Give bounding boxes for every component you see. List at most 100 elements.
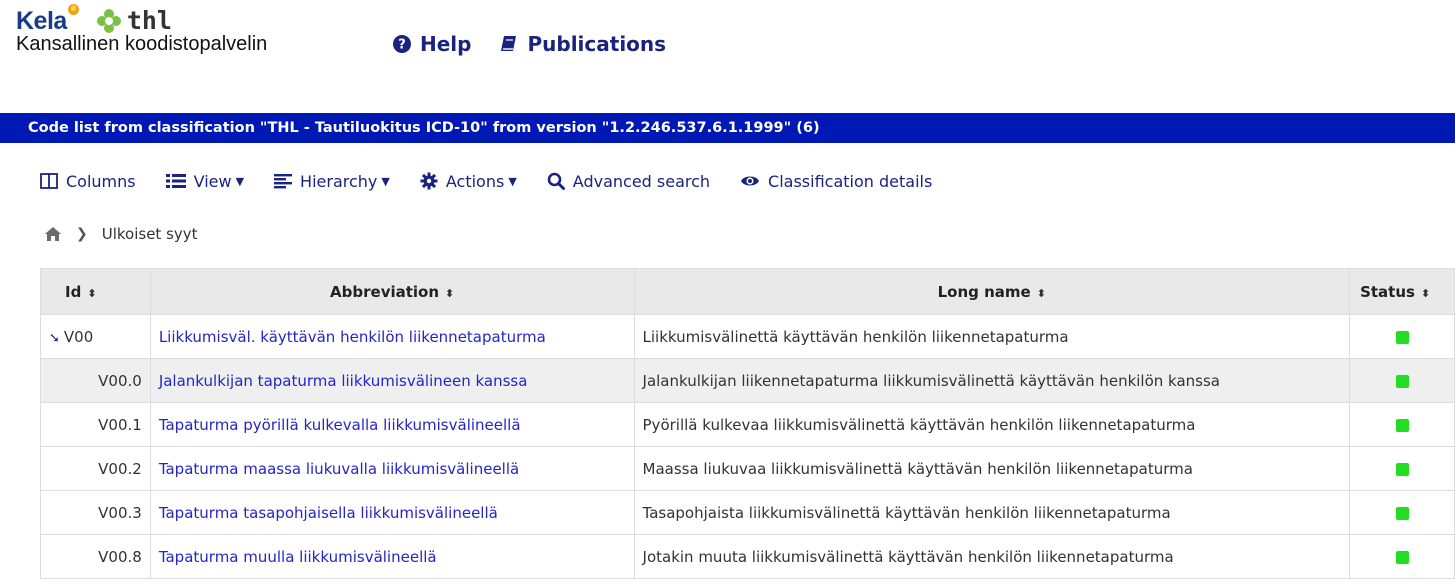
row-long-name: Tasapohjaista liikkumisvälinettä käyttäv… bbox=[633, 490, 1351, 535]
sort-icon: ⬍ bbox=[87, 286, 97, 300]
caret-down-icon: ▼ bbox=[235, 174, 245, 188]
row-abbreviation-cell: Liikkumisväl. käyttävän henkilön liikenn… bbox=[149, 314, 635, 359]
row-id: V00.3 bbox=[40, 490, 151, 535]
caret-down-icon: ▼ bbox=[381, 174, 390, 188]
breadcrumb-current: Ulkoiset syyt bbox=[101, 225, 198, 243]
status-column-header[interactable]: Status ⬍ bbox=[1349, 268, 1455, 315]
hierarchy-dropdown[interactable]: Hierarchy ▼ bbox=[274, 172, 390, 191]
status-active-indicator bbox=[1395, 418, 1409, 432]
sort-icon: ⬍ bbox=[1036, 286, 1046, 300]
row-abbreviation-link[interactable]: Tapaturma pyörillä kulkevalla liikkumisv… bbox=[159, 416, 521, 434]
top-nav: ? Help Publications bbox=[392, 32, 694, 56]
columns-button[interactable]: Columns bbox=[40, 172, 136, 191]
view-dropdown-label: View bbox=[193, 171, 232, 191]
id-column-header[interactable]: Id ⬍ bbox=[40, 268, 151, 315]
chevron-right-icon: ❯ bbox=[76, 226, 88, 242]
service-name: Kansallinen koodistopalvelin bbox=[16, 33, 268, 55]
row-abbreviation-cell: Tapaturma maassa liukuvalla liikkumisväl… bbox=[149, 446, 635, 491]
row-long-name: Jotakin muuta liikkumisvälinettä käyttäv… bbox=[633, 534, 1351, 579]
kela-logo-mark: ® bbox=[67, 4, 79, 15]
question-circle-icon: ? bbox=[393, 35, 411, 53]
thl-logo: thl bbox=[96, 6, 172, 35]
row-abbreviation-cell: Jalankulkijan tapaturma liikkumisvälinee… bbox=[149, 358, 635, 403]
status-active-indicator bbox=[1395, 506, 1409, 520]
abbreviation-column-header[interactable]: Abbreviation ⬍ bbox=[149, 268, 635, 315]
search-icon bbox=[547, 172, 565, 190]
eye-icon bbox=[741, 176, 760, 186]
row-id: V00.0 bbox=[40, 358, 151, 403]
table-row[interactable]: V00.3 Tapaturma tasapohjaisella liikkumi… bbox=[40, 490, 1455, 535]
codelist-table: Id ⬍ Abbreviation ⬍ Long name ⬍ Status ⬍ ➘ V0… bbox=[40, 268, 1455, 579]
abbreviation-header-label: Abbreviation bbox=[330, 282, 440, 301]
gear-icon bbox=[420, 172, 438, 190]
row-abbreviation-link[interactable]: Tapaturma muulla liikkumisvälineellä bbox=[159, 548, 437, 566]
table-row[interactable]: V00.0 Jalankulkijan tapaturma liikkumisv… bbox=[40, 358, 1455, 403]
svg-text:?: ? bbox=[398, 38, 406, 53]
table-row[interactable]: V00.1 Tapaturma pyörillä kulkevalla liik… bbox=[40, 402, 1455, 447]
row-id: V00.2 bbox=[40, 446, 151, 491]
align-left-icon bbox=[274, 174, 293, 189]
row-long-name: Liikkumisvälinettä käyttävän henkilön li… bbox=[633, 314, 1351, 359]
row-status-cell bbox=[1349, 314, 1455, 359]
home-icon[interactable] bbox=[44, 226, 62, 242]
row-id: V00.1 bbox=[40, 402, 151, 447]
row-status-cell bbox=[1349, 402, 1455, 447]
book-icon bbox=[501, 36, 517, 51]
codelist-title-bar: Code list from classification "THL - Tau… bbox=[0, 113, 1455, 143]
row-id-cell: ➘ V00 bbox=[40, 314, 151, 359]
view-dropdown[interactable]: View ▼ bbox=[165, 171, 245, 191]
help-link-label: Help bbox=[420, 32, 472, 56]
row-abbreviation-link[interactable]: Liikkumisväl. käyttävän henkilön liikenn… bbox=[159, 328, 546, 346]
table-row[interactable]: V00.8 Tapaturma muulla liikkumisvälineel… bbox=[40, 534, 1455, 579]
row-abbreviation-cell: Tapaturma tasapohjaisella liikkumisvälin… bbox=[149, 490, 635, 535]
long-name-column-header[interactable]: Long name ⬍ bbox=[633, 268, 1351, 315]
hierarchy-dropdown-label: Hierarchy bbox=[300, 171, 378, 191]
table-header-row: Id ⬍ Abbreviation ⬍ Long name ⬍ Status ⬍ bbox=[40, 268, 1455, 315]
publications-link[interactable]: Publications bbox=[499, 32, 666, 56]
kela-logo-text: Kela bbox=[16, 7, 67, 35]
classification-details-button[interactable]: Classification details bbox=[740, 172, 932, 191]
thl-flower-icon bbox=[96, 9, 121, 33]
status-active-indicator bbox=[1395, 550, 1409, 564]
row-abbreviation-link[interactable]: Tapaturma tasapohjaisella liikkumisvälin… bbox=[159, 504, 498, 522]
classification-details-label: Classification details bbox=[768, 171, 933, 191]
row-id: V00.8 bbox=[40, 534, 151, 579]
sort-icon: ⬍ bbox=[1420, 286, 1431, 300]
row-long-name: Maassa liukuvaa liikkumisvälinettä käytt… bbox=[633, 446, 1351, 491]
page-header: Kela ® thl Kansallinen koodistopalvelin ?… bbox=[0, 0, 1455, 100]
row-abbreviation-link[interactable]: Tapaturma maassa liukuvalla liikkumisväl… bbox=[159, 460, 519, 478]
long-name-header-label: Long name bbox=[937, 282, 1031, 301]
table-row[interactable]: V00.2 Tapaturma maassa liukuvalla liikku… bbox=[40, 446, 1455, 491]
row-status-cell bbox=[1349, 534, 1455, 579]
help-link[interactable]: ? Help bbox=[392, 32, 471, 56]
kela-logo: Kela ® bbox=[16, 4, 79, 35]
row-abbreviation-cell: Tapaturma pyörillä kulkevalla liikkumisv… bbox=[149, 402, 635, 447]
row-abbreviation-cell: Tapaturma muulla liikkumisvälineellä bbox=[149, 534, 635, 579]
actions-dropdown[interactable]: Actions ▼ bbox=[420, 172, 517, 191]
toolbar: Columns View ▼ Hierarchy ▼ Actions ▼ Adv… bbox=[40, 168, 962, 194]
columns-button-label: Columns bbox=[66, 171, 136, 191]
columns-icon bbox=[40, 173, 58, 189]
advanced-search-label: Advanced search bbox=[572, 171, 711, 191]
actions-dropdown-label: Actions bbox=[445, 171, 505, 191]
publications-link-label: Publications bbox=[527, 32, 667, 56]
advanced-search-button[interactable]: Advanced search bbox=[547, 172, 710, 191]
row-long-name: Jalankulkijan liikennetapaturma liikkumi… bbox=[633, 358, 1351, 403]
row-id: V00 bbox=[63, 327, 94, 346]
row-status-cell bbox=[1349, 490, 1455, 535]
row-status-cell bbox=[1349, 358, 1455, 403]
row-long-name: Pyörillä kulkevaa liikkumisvälinettä käy… bbox=[633, 402, 1351, 447]
collapse-arrow-icon[interactable]: ➘ bbox=[49, 331, 60, 346]
row-abbreviation-link[interactable]: Jalankulkijan tapaturma liikkumisvälinee… bbox=[159, 372, 528, 390]
status-active-indicator bbox=[1395, 374, 1409, 388]
status-header-label: Status bbox=[1360, 282, 1415, 301]
status-active-indicator bbox=[1395, 330, 1409, 344]
row-status-cell bbox=[1349, 446, 1455, 491]
breadcrumb: ❯ Ulkoiset syyt bbox=[44, 225, 198, 243]
table-row[interactable]: ➘ V00 Liikkumisväl. käyttävän henkilön li… bbox=[40, 314, 1455, 359]
sort-icon: ⬍ bbox=[445, 286, 455, 300]
list-icon bbox=[165, 174, 186, 188]
thl-logo-text: thl bbox=[126, 6, 172, 35]
status-active-indicator bbox=[1395, 462, 1409, 476]
logo-block[interactable]: Kela ® thl Kansallinen koodistopalvelin bbox=[16, 4, 268, 56]
